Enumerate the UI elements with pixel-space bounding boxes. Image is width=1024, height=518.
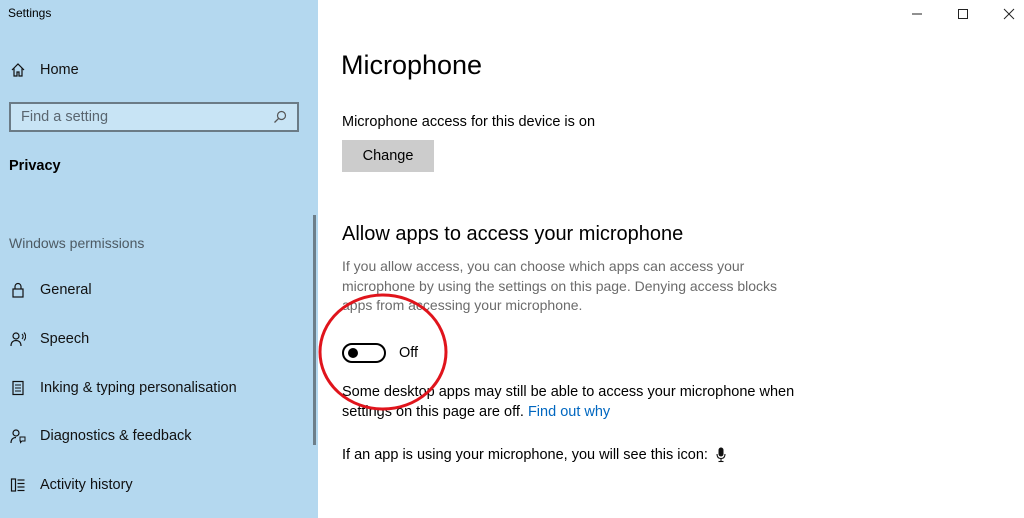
microphone-access-toggle[interactable] [342, 343, 386, 363]
nav-home[interactable]: Home [0, 50, 318, 90]
allow-apps-heading: Allow apps to access your microphone [342, 223, 684, 245]
desktop-apps-note: Some desktop apps may still be able to a… [342, 383, 802, 422]
search-box[interactable] [9, 102, 299, 132]
microphone-icon [716, 447, 726, 463]
search-input[interactable] [11, 103, 269, 131]
sidebar-item-label: General [40, 282, 92, 298]
sidebar-item-inking-typing[interactable]: Inking & typing personalisation [0, 368, 318, 408]
device-access-status: Microphone access for this device is on [342, 114, 596, 130]
sidebar-item-label: Activity history [40, 477, 133, 493]
speech-icon [8, 329, 28, 349]
find-out-why-link[interactable]: Find out why [528, 404, 610, 420]
toggle-knob [348, 348, 358, 358]
search-icon[interactable] [269, 106, 291, 128]
page-title: Microphone [341, 50, 483, 80]
sidebar-item-diagnostics[interactable]: Diagnostics & feedback [0, 416, 318, 456]
sidebar: Settings Home Privacy Windows permission… [0, 0, 318, 518]
minimize-button[interactable] [894, 0, 940, 28]
inking-icon [8, 378, 28, 398]
sidebar-item-label: Diagnostics & feedback [40, 428, 192, 444]
app-title: Settings [8, 6, 52, 20]
lock-icon [8, 280, 28, 300]
section-heading-privacy: Privacy [9, 158, 61, 174]
group-label-windows-permissions: Windows permissions [9, 235, 145, 251]
feedback-icon [8, 426, 28, 446]
close-icon [1003, 8, 1015, 20]
sidebar-item-speech[interactable]: Speech [0, 319, 318, 359]
sidebar-item-activity-history[interactable]: Activity history [0, 465, 318, 505]
maximize-icon [958, 9, 968, 19]
sidebar-item-label: Speech [40, 331, 90, 347]
mic-icon-note-text: If an app is using your microphone, you … [342, 447, 708, 463]
allow-apps-description: If you allow access, you can choose whic… [342, 258, 778, 313]
change-button[interactable]: Change [342, 140, 434, 172]
close-button[interactable] [986, 0, 1024, 28]
toggle-state-label: Off [399, 345, 419, 361]
mic-icon-note: If an app is using your microphone, you … [342, 447, 726, 463]
sidebar-item-general[interactable]: General [0, 270, 318, 310]
maximize-button[interactable] [940, 0, 986, 28]
nav-home-label: Home [40, 62, 79, 78]
home-icon [8, 60, 28, 80]
sidebar-scrollbar[interactable] [313, 215, 316, 445]
activity-history-icon [8, 475, 28, 495]
sidebar-item-label: Inking & typing personalisation [40, 380, 237, 396]
minimize-icon [912, 13, 922, 15]
